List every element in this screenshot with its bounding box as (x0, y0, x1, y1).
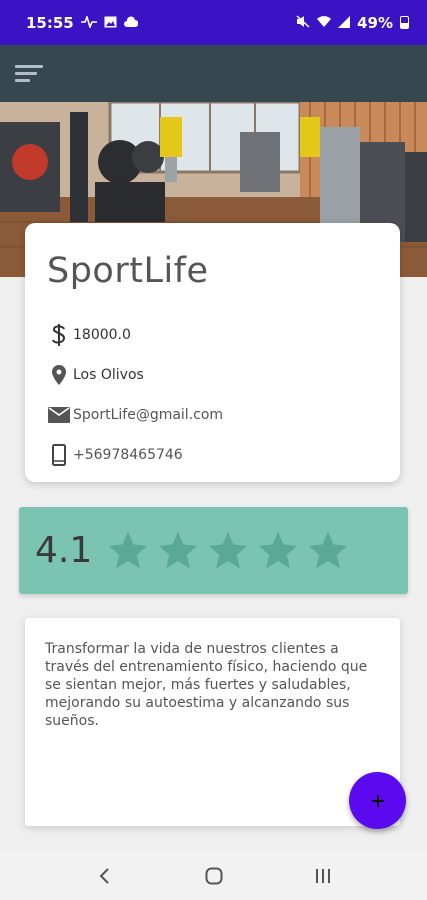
email-value: SportLife@gmail.com (73, 407, 224, 423)
description-text: Transformar la vida de nuestros clientes… (45, 641, 368, 729)
description-card: Transformar la vida de nuestros clientes… (25, 618, 400, 826)
signal-icon (338, 15, 351, 30)
rating-stars[interactable] (104, 528, 352, 574)
price-value: 18000.0 (73, 327, 131, 343)
star-icon[interactable] (304, 528, 352, 574)
status-time: 15:55 (26, 13, 74, 32)
system-nav-bar (0, 851, 427, 900)
rating-card: 4.1 (19, 507, 408, 594)
status-left: 15:55 (26, 13, 139, 32)
email-icon (47, 407, 71, 423)
recents-icon (315, 868, 330, 883)
app-bar (0, 45, 427, 102)
location-pin-icon (47, 365, 71, 385)
gym-name: SportLife (47, 251, 209, 291)
recents-button[interactable] (293, 856, 353, 896)
star-icon[interactable] (204, 528, 252, 574)
mute-icon (296, 15, 310, 30)
phone-icon (47, 444, 71, 466)
image-icon (104, 16, 117, 30)
activity-icon (80, 14, 97, 30)
menu-icon[interactable] (15, 63, 45, 85)
dollar-icon (47, 324, 71, 346)
add-button[interactable] (349, 772, 406, 829)
chevron-left-icon (99, 867, 109, 884)
status-bar: 15:55 49% (0, 0, 427, 45)
status-right: 49% (296, 14, 409, 32)
plus-icon (371, 794, 384, 807)
phone-row: +56978465746 (47, 435, 378, 475)
home-button[interactable] (184, 856, 244, 896)
star-icon[interactable] (104, 528, 152, 574)
gym-info-card: SportLife 18000.0 Los Olivos SportLife@g… (25, 223, 400, 482)
location-row: Los Olivos (47, 355, 378, 395)
phone-value: +56978465746 (73, 447, 183, 463)
battery-icon (400, 16, 409, 29)
location-value: Los Olivos (73, 367, 144, 383)
rating-value: 4.1 (35, 530, 93, 571)
wifi-icon (317, 15, 332, 30)
back-button[interactable] (75, 856, 135, 896)
price-row: 18000.0 (47, 315, 378, 355)
star-icon[interactable] (254, 528, 302, 574)
home-icon (205, 867, 222, 884)
star-icon[interactable] (154, 528, 202, 574)
battery-percent: 49% (357, 13, 393, 32)
email-row: SportLife@gmail.com (47, 395, 378, 435)
cloud-icon (123, 15, 139, 30)
